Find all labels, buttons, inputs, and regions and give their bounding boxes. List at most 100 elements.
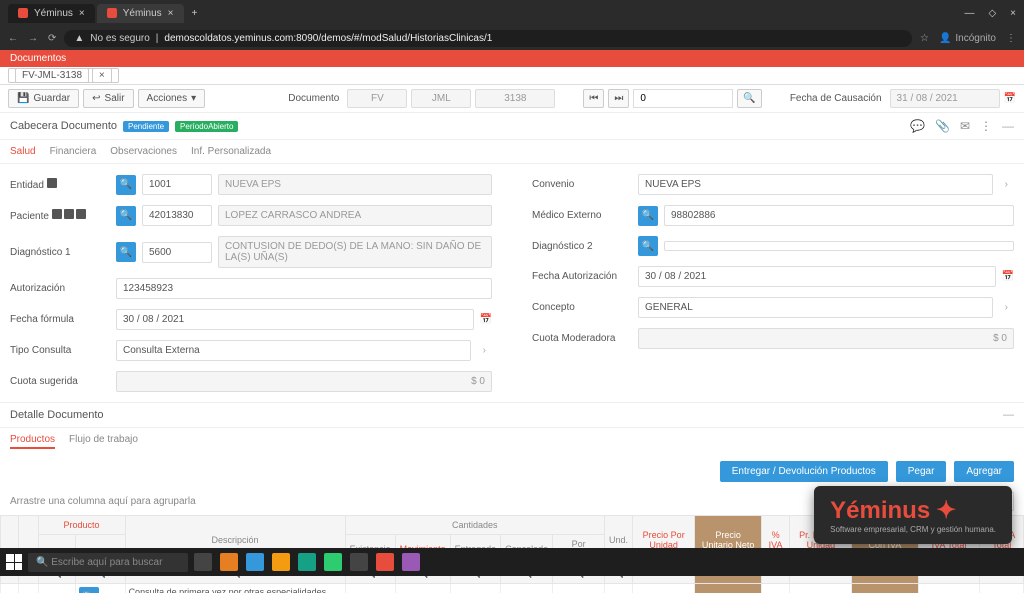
calendar-icon[interactable]: 📅 <box>1002 271 1014 282</box>
task-icon[interactable] <box>376 553 394 571</box>
browser-tab[interactable]: Yéminus× <box>97 4 184 23</box>
col-cantidades: Cantidades <box>345 516 604 535</box>
lookup-button[interactable]: 🔍 <box>116 242 136 262</box>
table-row[interactable]: ≡ 1... 890262 🔍 Consulta de primera vez … <box>1 584 1024 593</box>
agregar-button[interactable]: Agregar <box>954 461 1014 482</box>
entidad-code[interactable]: 1001 <box>142 174 212 195</box>
window-controls: — ◇ × <box>964 8 1016 19</box>
save-button[interactable]: 💾Guardar <box>8 89 79 108</box>
collapse-icon[interactable]: — <box>1003 409 1014 421</box>
reload-icon[interactable]: ⟳ <box>48 33 56 44</box>
diag2-label: Diagnóstico 2 <box>532 241 632 252</box>
lookup-button[interactable]: 🔍 <box>638 206 658 226</box>
search-button[interactable]: 🔍 <box>737 89 761 108</box>
fauth-label: Fecha Autorización <box>532 271 632 282</box>
pegar-button[interactable]: Pegar <box>896 461 947 482</box>
exit-button[interactable]: ↩Salir <box>83 89 133 108</box>
group-hint: Arrastre una columna aquí para agruparla <box>10 496 196 507</box>
browser-tab[interactable]: Yéminus× <box>8 4 95 23</box>
detail-actions: Entregar / Devolución Productos Pegar Ag… <box>0 455 1024 488</box>
calendar-icon[interactable]: 📅 <box>1004 93 1016 104</box>
save-icon: 💾 <box>17 93 29 104</box>
first-button[interactable]: ⏮ <box>583 89 604 108</box>
chat-icon[interactable]: 💬 <box>910 119 925 133</box>
detail-tabs: Productos Flujo de trabajo <box>0 428 1024 455</box>
close-icon[interactable]: × <box>1010 8 1016 19</box>
form-tabs: Salud Financiera Observaciones Inf. Pers… <box>0 140 1024 164</box>
tab-inf-personalizada[interactable]: Inf. Personalizada <box>191 146 271 157</box>
incognito-icon: 👤 <box>939 33 951 44</box>
menu-icon[interactable]: ⋮ <box>980 119 992 133</box>
actions-dropdown[interactable]: Acciones▾ <box>138 89 206 108</box>
chevron-right-icon[interactable]: › <box>999 179 1014 190</box>
doc-series: JML <box>411 89 471 108</box>
lookup-button[interactable]: 🔍 <box>79 587 99 593</box>
tipo-select[interactable]: Consulta Externa <box>116 340 471 361</box>
tab-favicon <box>107 8 117 18</box>
fauth-input[interactable]: 30 / 08 / 2021 <box>638 266 996 287</box>
taskbar: 🔍 Escribe aquí para buscar <box>0 548 1024 576</box>
maximize-icon[interactable]: ◇ <box>988 8 996 19</box>
doc-type: FV <box>347 89 407 108</box>
lookup-button[interactable]: 🔍 <box>638 236 658 256</box>
lookup-button[interactable]: 🔍 <box>116 206 136 226</box>
date-label: Fecha de Causación <box>790 93 882 104</box>
incognito-badge: 👤Incógnito <box>939 33 996 44</box>
address-bar[interactable]: ▲ No es seguro | demoscoldatos.yeminus.c… <box>64 30 912 47</box>
new-tab-button[interactable]: + <box>192 8 198 19</box>
task-icon[interactable] <box>194 553 212 571</box>
chevron-right-icon[interactable]: › <box>999 302 1014 313</box>
collapse-icon[interactable]: — <box>1002 119 1014 133</box>
paciente-name: LOPEZ CARRASCO ANDREA <box>218 205 492 226</box>
detail-header: Detalle Documento— <box>0 402 1024 428</box>
task-icon[interactable] <box>246 553 264 571</box>
menu-icon[interactable]: ⋮ <box>1006 33 1016 44</box>
minimize-icon[interactable]: — <box>964 8 974 19</box>
task-icon[interactable] <box>402 553 420 571</box>
chevron-right-icon[interactable]: › <box>477 345 492 356</box>
start-button[interactable] <box>6 554 22 570</box>
convenio-label: Convenio <box>532 179 632 190</box>
task-icon[interactable] <box>324 553 342 571</box>
undo-icon: ↩ <box>92 93 100 104</box>
entregar-button[interactable]: Entregar / Devolución Productos <box>720 461 888 482</box>
calendar-icon[interactable]: 📅 <box>480 314 492 325</box>
tab-financiera[interactable]: Financiera <box>50 146 97 157</box>
task-icon[interactable] <box>350 553 368 571</box>
goto-input[interactable] <box>633 89 733 108</box>
tab-observaciones[interactable]: Observaciones <box>110 146 177 157</box>
concepto-select[interactable]: GENERAL <box>638 297 993 318</box>
close-icon[interactable]: × <box>168 8 174 19</box>
attach-icon[interactable]: 📎 <box>935 119 950 133</box>
task-icon[interactable] <box>272 553 290 571</box>
fformula-label: Fecha fórmula <box>10 314 110 325</box>
paciente-code[interactable]: 42013830 <box>142 205 212 226</box>
mail-icon[interactable]: ✉ <box>960 119 970 133</box>
required-icon <box>52 209 62 219</box>
diag1-code[interactable]: 5600 <box>142 242 212 263</box>
task-icon[interactable] <box>220 553 238 571</box>
convenio-select[interactable]: NUEVA EPS <box>638 174 993 195</box>
document-tab: FV-JML-3138 × <box>0 67 1024 85</box>
medext-code[interactable]: 98802886 <box>664 205 1014 226</box>
lookup-button[interactable]: 🔍 <box>116 175 136 195</box>
last-button[interactable]: ⏭ <box>608 89 629 108</box>
task-icon[interactable] <box>298 553 316 571</box>
col-producto[interactable]: Producto <box>38 516 125 535</box>
fformula-input[interactable]: 30 / 08 / 2021 <box>116 309 474 330</box>
tab-productos[interactable]: Productos <box>10 434 55 449</box>
auth-input[interactable] <box>116 278 492 299</box>
product-code[interactable]: 890262 <box>38 584 75 593</box>
star-icon[interactable]: ☆ <box>920 33 929 44</box>
close-icon[interactable]: × <box>79 8 85 19</box>
tab-flujo[interactable]: Flujo de trabajo <box>69 434 138 449</box>
date-value[interactable]: 31 / 08 / 2021 <box>890 89 1000 108</box>
section-header: Cabecera Documento Pendiente PeríodoAbie… <box>0 113 1024 140</box>
close-icon[interactable]: × <box>92 68 112 83</box>
diag2-input[interactable] <box>664 241 1014 251</box>
taskbar-search[interactable]: 🔍 Escribe aquí para buscar <box>28 553 188 572</box>
forward-icon[interactable]: → <box>28 33 38 44</box>
module-bar: Documentos <box>0 50 1024 67</box>
back-icon[interactable]: ← <box>8 33 18 44</box>
tab-salud[interactable]: Salud <box>10 146 36 157</box>
